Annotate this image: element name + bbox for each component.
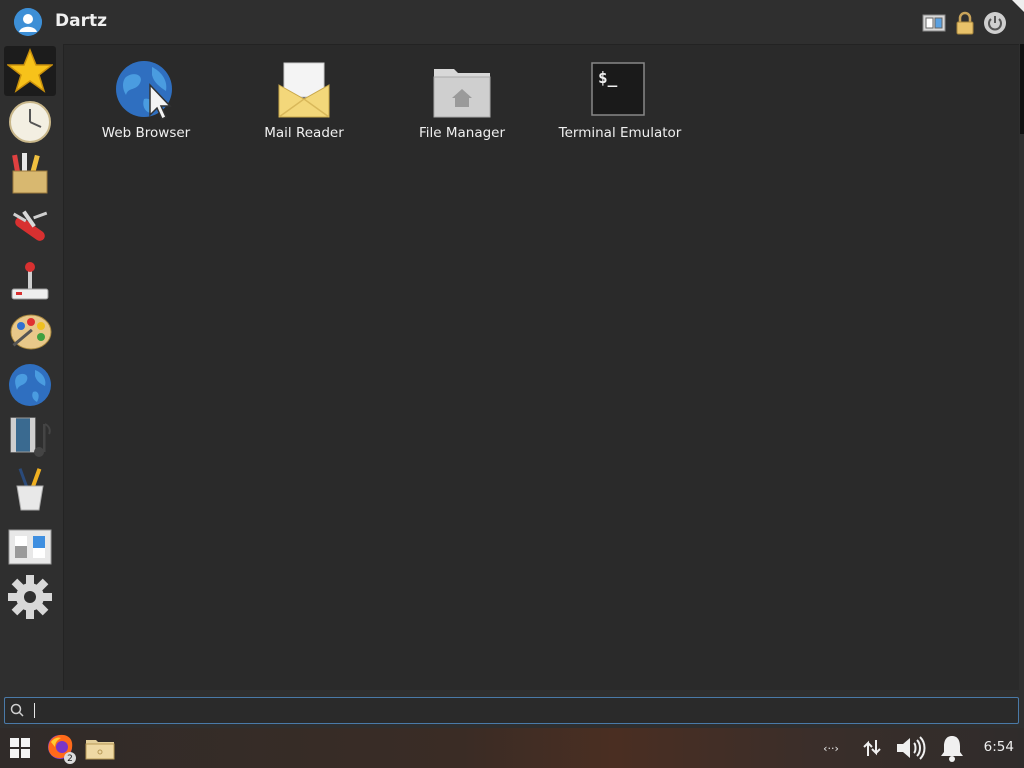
svg-text:2: 2	[67, 754, 73, 764]
files-button[interactable]	[84, 734, 116, 762]
switch-user-button[interactable]	[922, 11, 946, 35]
search-icon	[10, 703, 24, 717]
category-system[interactable]	[4, 204, 56, 254]
category-accessories[interactable]	[4, 148, 56, 198]
windows-logo-icon	[10, 738, 30, 758]
search-bar[interactable]	[4, 697, 1019, 724]
menu-header: Dartz	[0, 0, 1024, 44]
favorite-label: File Manager	[418, 125, 506, 141]
whisker-menu: Dartz Web Browser Mail Reader File Manag…	[0, 0, 1024, 728]
user-name: Dartz	[55, 11, 107, 31]
globe-icon	[9, 364, 51, 406]
folder-home-icon	[433, 69, 491, 118]
network-indicator[interactable]	[860, 734, 884, 762]
favorite-label: Mail Reader	[264, 125, 344, 141]
category-internet[interactable]	[4, 360, 56, 410]
favorite-web-browser[interactable]: Web Browser	[76, 59, 216, 141]
category-multimedia[interactable]	[4, 412, 56, 462]
accessories-icon	[12, 153, 48, 194]
firefox-button[interactable]: 2	[44, 734, 78, 764]
favorite-mail-reader[interactable]: Mail Reader	[234, 59, 374, 141]
category-graphics[interactable]	[4, 308, 56, 358]
favorite-label: Terminal Emulator	[558, 125, 682, 141]
volume-indicator[interactable]	[894, 734, 928, 762]
resize-edge	[1020, 44, 1024, 134]
favorite-terminal-emulator[interactable]: $_ Terminal Emulator	[550, 59, 690, 141]
gear-icon	[8, 575, 52, 619]
web-browser-icon	[116, 61, 172, 121]
logout-button[interactable]	[983, 11, 1007, 35]
whisker-menu-button[interactable]	[6, 734, 34, 762]
svg-text:$_: $_	[598, 68, 618, 87]
firefox-icon: 2	[48, 734, 76, 764]
search-input[interactable]	[29, 700, 1013, 722]
power-icon	[984, 12, 1006, 34]
user-avatar-icon[interactable]	[14, 8, 42, 36]
favorites-panel: Web Browser Mail Reader File Manager $_ …	[63, 44, 1019, 690]
bell-icon	[941, 736, 963, 762]
text-cursor	[34, 703, 35, 718]
category-settings[interactable]	[4, 572, 56, 622]
terminal-icon: $_	[591, 62, 645, 116]
mail-icon	[278, 62, 330, 118]
lock-icon	[956, 11, 974, 35]
favorite-label: Web Browser	[101, 125, 191, 141]
joystick-icon	[11, 262, 49, 300]
multimedia-icon	[10, 417, 51, 457]
notifications-indicator[interactable]	[938, 734, 966, 762]
pencil-cup-icon	[16, 468, 44, 511]
folder-icon	[85, 740, 115, 760]
settings-manager-icon	[8, 529, 52, 565]
palette-icon	[10, 314, 52, 350]
clock[interactable]: 6:54	[984, 739, 1014, 755]
code-brackets-icon: ‹··›	[823, 741, 839, 755]
star-icon	[7, 48, 53, 93]
category-recently-used[interactable]	[4, 97, 56, 147]
switch-user-icon	[922, 14, 946, 32]
clock-icon	[9, 101, 51, 143]
category-office[interactable]	[4, 464, 56, 514]
category-favorites[interactable]	[4, 46, 56, 96]
category-games[interactable]	[4, 256, 56, 306]
category-sidebar	[0, 44, 62, 690]
taskbar: 2 ‹··› 6:54	[0, 728, 1024, 768]
corner-indicator	[1012, 0, 1024, 12]
network-code-indicator[interactable]: ‹··›	[818, 734, 844, 762]
favorite-file-manager[interactable]: File Manager	[392, 59, 532, 141]
volume-icon	[897, 736, 926, 760]
lock-screen-button[interactable]	[953, 11, 977, 35]
network-arrows-icon	[863, 740, 881, 756]
category-settings-manager[interactable]	[4, 522, 56, 572]
swiss-knife-icon	[12, 210, 48, 241]
